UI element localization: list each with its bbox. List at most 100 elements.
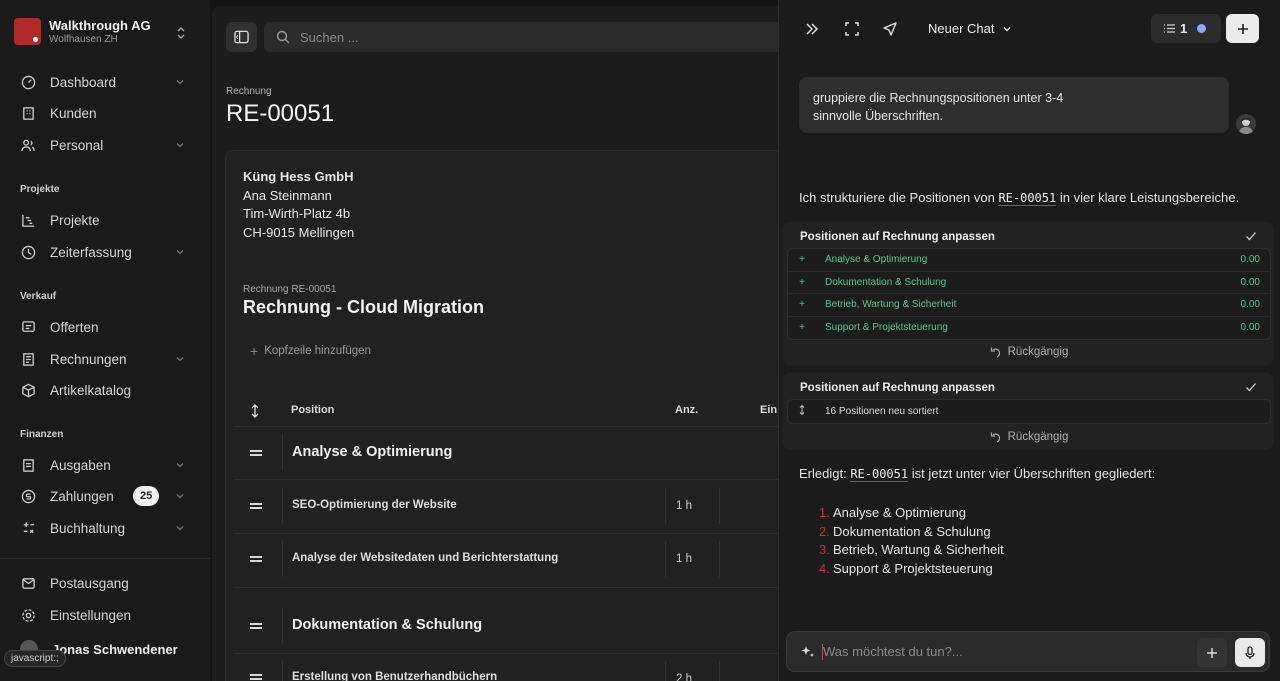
sidebar-item-buchhaltung[interactable]: Buchhaltung — [20, 516, 190, 540]
group-heading[interactable]: Dokumentation & Schulung — [292, 617, 482, 633]
column-header-qty[interactable]: Anz. — [675, 404, 698, 416]
table-row[interactable]: SEO-Optimierung der Website — [292, 499, 457, 511]
undo-icon — [990, 432, 1000, 443]
section-label-projekte: Projekte — [20, 184, 60, 195]
table-row[interactable]: Analyse der Websitedaten und Berichterst… — [292, 552, 558, 564]
expand-icon[interactable] — [844, 21, 860, 37]
change-list: + Analyse & Optimierung 0.00 + Dokumenta… — [787, 248, 1271, 340]
item-value: 0.00 — [1240, 322, 1260, 334]
item-value: 0.00 — [1240, 276, 1260, 288]
sidebar-item-rechnungen[interactable]: Rechnungen — [20, 347, 190, 371]
collapse-panel-icon[interactable] — [804, 21, 820, 37]
sidebar-item-einstellungen[interactable]: Einstellungen — [20, 603, 190, 627]
drag-handle-icon[interactable] — [250, 555, 262, 563]
undo-button[interactable]: Rückgängig — [783, 346, 1275, 358]
org-switcher[interactable]: Walkthrough AG Wolfhausen ZH — [14, 18, 151, 45]
sidebar-toggle-icon — [234, 30, 249, 44]
page-kicker: Rechnung — [226, 86, 272, 97]
text-fragment: Ich strukturiere die Positionen von — [799, 190, 999, 205]
section-label-finanzen: Finanzen — [20, 429, 64, 440]
plus-icon: + — [250, 343, 259, 359]
chevron-down-icon[interactable] — [174, 246, 186, 258]
qty-cell[interactable]: 1 h — [665, 488, 720, 524]
plus-sign: + — [799, 254, 805, 266]
chat-input[interactable]: Was möchtest du tun?... — [786, 631, 1270, 672]
chevron-down-icon[interactable] — [174, 459, 186, 471]
sidebar-item-projekte[interactable]: Projekte — [20, 208, 190, 232]
drag-handle-icon[interactable] — [250, 502, 262, 510]
sidebar-item-label: Buchhaltung — [50, 520, 126, 536]
message-line: sinnvolle Überschriften. — [813, 109, 943, 123]
attach-button[interactable] — [1197, 638, 1227, 667]
column-separator — [282, 434, 283, 470]
sidebar-item-label: Offerten — [50, 319, 99, 335]
chevron-updown-icon[interactable] — [174, 25, 188, 41]
task-count: 1 — [1180, 21, 1188, 36]
qty-cell[interactable]: 1 h — [665, 541, 720, 577]
chat-selector[interactable]: Neuer Chat — [928, 21, 1012, 36]
invoice-kicker: Rechnung RE-00051 — [243, 284, 337, 295]
new-chat-button[interactable] — [1226, 14, 1259, 43]
voice-input-button[interactable] — [1235, 638, 1265, 667]
gear-icon — [20, 607, 36, 623]
check-icon — [1246, 232, 1256, 241]
list-item: + Analyse & Optimierung 0.00 — [788, 249, 1270, 272]
sidebar-item-dashboard[interactable]: Dashboard — [20, 70, 190, 94]
sparkles-icon — [801, 646, 814, 657]
recipient-address[interactable]: Küng Hess GmbH Ana Steinmann Tim-Wirth-P… — [243, 168, 354, 242]
sidebar-item-postausgang[interactable]: Postausgang — [20, 571, 190, 595]
address-line: Küng Hess GmbH — [243, 169, 354, 184]
list-item: 2. Dokumentation & Schulung — [819, 523, 1004, 542]
address-line: Tim-Wirth-Platz 4b — [243, 206, 351, 221]
undo-button[interactable]: Rückgängig — [783, 431, 1275, 443]
column-separator — [282, 661, 283, 681]
tool-result-card: Positionen auf Rechnung anpassen 16 Posi… — [782, 372, 1274, 450]
receipt-icon — [20, 457, 36, 473]
sidebar-item-label: Zeiterfassung — [50, 244, 132, 260]
chevron-down-icon[interactable] — [174, 522, 186, 534]
search-input[interactable]: Suchen ... — [264, 22, 784, 52]
table-row[interactable]: Erstellung von Benutzerhandbüchern — [292, 671, 497, 681]
add-header-button[interactable]: + Kopfzeile hinzufügen — [250, 343, 371, 359]
search-placeholder: Suchen ... — [300, 29, 359, 45]
sidebar-item-label: Zahlungen — [50, 488, 114, 504]
sidebar-item-zeiterfassung[interactable]: Zeiterfassung — [20, 240, 190, 264]
group-heading[interactable]: Analyse & Optimierung — [292, 444, 452, 460]
item-value: 0.00 — [1240, 254, 1260, 266]
sidebar-item-kunden[interactable]: Kunden — [20, 101, 190, 125]
chevron-down-icon[interactable] — [174, 139, 186, 151]
chevron-down-icon[interactable] — [174, 490, 186, 502]
message-icon — [20, 319, 36, 335]
list-text: Support & Projektsteuerung — [833, 560, 993, 576]
sidebar-item-artikelkatalog[interactable]: Artikelkatalog — [20, 378, 190, 402]
calculator-icon — [20, 520, 36, 536]
toggle-sidebar-button[interactable] — [226, 22, 257, 52]
chevron-down-icon[interactable] — [174, 353, 186, 365]
qty-cell[interactable]: 2 h — [665, 661, 720, 681]
drag-handle-icon[interactable] — [250, 673, 262, 681]
tasks-button[interactable]: 1 — [1151, 14, 1221, 43]
sidebar-item-label: Dashboard — [50, 74, 117, 90]
plus-sign: + — [799, 299, 805, 311]
chevron-down-icon[interactable] — [174, 76, 186, 88]
undo-label: Rückgängig — [1007, 431, 1069, 443]
navigation-arrow-icon[interactable] — [882, 21, 898, 37]
plus-icon — [1237, 23, 1248, 34]
column-header-position[interactable]: Position — [291, 404, 334, 416]
drag-handle-icon[interactable] — [250, 449, 262, 457]
list-item: + Support & Projektsteuerung 0.00 — [788, 317, 1270, 340]
sort-icon[interactable] — [250, 404, 260, 418]
sidebar-item-ausgaben[interactable]: Ausgaben — [20, 453, 190, 477]
list-number: 3. — [819, 542, 830, 558]
avatar — [1236, 114, 1256, 134]
reorder-icon — [789, 404, 815, 418]
dashboard-icon — [20, 74, 36, 90]
drag-handle-icon[interactable] — [250, 622, 262, 630]
invoice-title[interactable]: Rechnung - Cloud Migration — [243, 297, 484, 318]
sidebar-item-zahlungen[interactable]: Zahlungen 25 — [20, 484, 190, 508]
sidebar-item-offerten[interactable]: Offerten — [20, 315, 190, 339]
search-icon — [276, 30, 290, 44]
sidebar-item-personal[interactable]: Personal — [20, 133, 190, 157]
item-value: 0.00 — [1240, 299, 1260, 311]
sidebar-item-label: Ausgaben — [50, 457, 111, 473]
